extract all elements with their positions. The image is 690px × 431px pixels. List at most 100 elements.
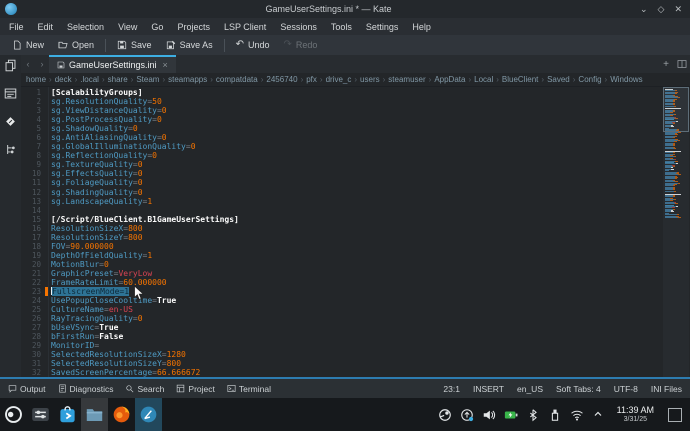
breadcrumb-item-deck[interactable]: deck	[54, 75, 73, 84]
breadcrumb-item-appdata[interactable]: AppData	[433, 75, 466, 84]
sidebar-tool-git[interactable]	[4, 115, 18, 129]
breadcrumb-separator: ›	[352, 75, 359, 84]
undo-button[interactable]: ↶Undo	[229, 38, 277, 52]
save-icon	[117, 40, 127, 50]
battery-tray[interactable]	[504, 408, 518, 422]
menu-lsp-client[interactable]: LSP Client	[217, 20, 273, 34]
new-button[interactable]: New	[5, 38, 51, 52]
code-line: 24UsePopupCloseCooltime=True	[21, 296, 662, 305]
breadcrumb-item-saved[interactable]: Saved	[546, 75, 571, 84]
window-minimize-button[interactable]: ⌄	[640, 5, 648, 14]
line-text: SelectedResolutionSizeY=800	[51, 359, 181, 368]
line-number: 13	[21, 197, 45, 206]
breadcrumb-item-home[interactable]: home	[25, 75, 47, 84]
digital-clock[interactable]: 11:39 AM 3/31/25	[614, 405, 657, 425]
statusbar-tab-mode[interactable]: Soft Tabs: 4	[556, 384, 601, 394]
tabbar: ‹ › GameUserSettings.ini × +	[21, 55, 690, 73]
statusbar-cursor-position[interactable]: 23:1	[443, 384, 460, 394]
menu-settings[interactable]: Settings	[359, 20, 406, 34]
menu-projects[interactable]: Projects	[170, 20, 217, 34]
line-marker	[45, 242, 48, 251]
window-maximize-button[interactable]: ◇	[658, 5, 665, 14]
breadcrumb-item-pfx[interactable]: pfx	[305, 75, 318, 84]
menu-sessions[interactable]: Sessions	[273, 20, 324, 34]
new-tab-button[interactable]: +	[658, 55, 674, 73]
split-view-button[interactable]	[674, 55, 690, 73]
menu-edit[interactable]: Edit	[31, 20, 61, 34]
window-titlebar: GameUserSettings.ini * — Kate ⌄◇✕	[0, 0, 690, 18]
open-button[interactable]: Open	[51, 38, 101, 52]
tab-next-button[interactable]: ›	[35, 55, 49, 73]
menu-view[interactable]: View	[111, 20, 144, 34]
code-line: 21GraphicPreset=VeryLow	[21, 269, 662, 278]
statusbar-search-button[interactable]: Search	[125, 384, 164, 394]
breadcrumb-item-2456740[interactable]: 2456740	[265, 75, 298, 84]
expand-tray[interactable]	[592, 408, 606, 422]
taskbar-firefox[interactable]	[108, 398, 135, 431]
taskbar-dolphin[interactable]	[81, 398, 108, 431]
minimap-viewport[interactable]	[663, 87, 689, 132]
taskbar-system-settings[interactable]	[27, 398, 54, 431]
taskbar-discover[interactable]	[54, 398, 81, 431]
menu-selection[interactable]: Selection	[60, 20, 111, 34]
token-num: 0	[162, 133, 167, 142]
menu-file[interactable]: File	[2, 20, 31, 34]
breadcrumb-item-windows[interactable]: Windows	[609, 75, 643, 84]
tab-prev-button[interactable]: ‹	[21, 55, 35, 73]
statusbar-diagnostics-button[interactable]: Diagnostics	[58, 384, 114, 394]
line-number: 17	[21, 233, 45, 242]
breadcrumb-item-steam[interactable]: Steam	[135, 75, 160, 84]
tab-gameusersettings[interactable]: GameUserSettings.ini ×	[49, 55, 176, 73]
menu-help[interactable]: Help	[405, 20, 438, 34]
line-number: 28	[21, 332, 45, 341]
breadcrumb-item-config[interactable]: Config	[577, 75, 602, 84]
statusbar-input-mode[interactable]: INSERT	[473, 384, 504, 394]
breadcrumb-item-users[interactable]: users	[359, 75, 381, 84]
breadcrumb-item-share[interactable]: share	[107, 75, 129, 84]
bluetooth-tray[interactable]	[526, 408, 540, 422]
menu-go[interactable]: Go	[144, 20, 170, 34]
breadcrumb-item-steamapps[interactable]: steamapps	[167, 75, 208, 84]
token-key: sg.ResolutionQuality	[51, 97, 147, 106]
token-num: 0	[104, 260, 109, 269]
statusbar-encoding[interactable]: UTF-8	[614, 384, 638, 394]
save-as-button[interactable]: Save As	[159, 38, 220, 52]
breadcrumb-separator: ›	[494, 75, 501, 84]
symbols-icon	[4, 143, 18, 156]
statusbar-syntax-mode[interactable]: INI Files	[651, 384, 682, 394]
tab-close-icon[interactable]: ×	[163, 60, 168, 70]
minimap-scrollbar[interactable]	[663, 87, 689, 377]
breadcrumb-item-steamuser[interactable]: steamuser	[387, 75, 426, 84]
redo-icon: ↷	[284, 40, 292, 50]
steam-tray[interactable]	[438, 408, 452, 422]
sidebar-tool-documents[interactable]	[4, 59, 18, 73]
breadcrumb-item-blueclient[interactable]: BlueClient	[501, 75, 539, 84]
updates-tray[interactable]	[460, 408, 474, 422]
menu-tools[interactable]: Tools	[324, 20, 359, 34]
line-marker	[45, 251, 48, 260]
statusbar-project-button[interactable]: Project	[176, 384, 214, 394]
volume-tray[interactable]	[482, 408, 496, 422]
breadcrumb-item-local[interactable]: Local	[473, 75, 494, 84]
breadcrumb-item-compatdata[interactable]: compatdata	[215, 75, 259, 84]
breadcrumb-item--local[interactable]: .local	[79, 75, 100, 84]
editor[interactable]: 1[ScalabilityGroups]2sg.ResolutionQualit…	[21, 86, 690, 377]
taskbar-kate[interactable]	[135, 398, 162, 431]
taskbar-app-launcher[interactable]	[0, 398, 27, 431]
statusbar-terminal-button[interactable]: Terminal	[227, 384, 271, 394]
sidebar-tool-filesystem[interactable]	[4, 87, 18, 101]
usb-tray[interactable]	[548, 408, 562, 422]
breadcrumb-item-drive-c[interactable]: drive_c	[325, 75, 353, 84]
wifi-tray[interactable]	[570, 408, 584, 422]
breadcrumb: home›deck›.local›share›Steam›steamapps›c…	[21, 73, 690, 86]
token-num: 0	[138, 314, 143, 323]
show-desktop-button[interactable]	[668, 408, 682, 422]
window-close-button[interactable]: ✕	[674, 5, 682, 14]
save-button[interactable]: Save	[110, 38, 159, 52]
line-marker	[45, 278, 48, 287]
token-key: ResolutionSizeY	[51, 233, 123, 242]
code-area[interactable]: 1[ScalabilityGroups]2sg.ResolutionQualit…	[21, 88, 662, 377]
statusbar-dictionary[interactable]: en_US	[517, 384, 543, 394]
sidebar-tool-symbols[interactable]	[4, 143, 18, 157]
statusbar-output-button[interactable]: Output	[8, 384, 46, 394]
